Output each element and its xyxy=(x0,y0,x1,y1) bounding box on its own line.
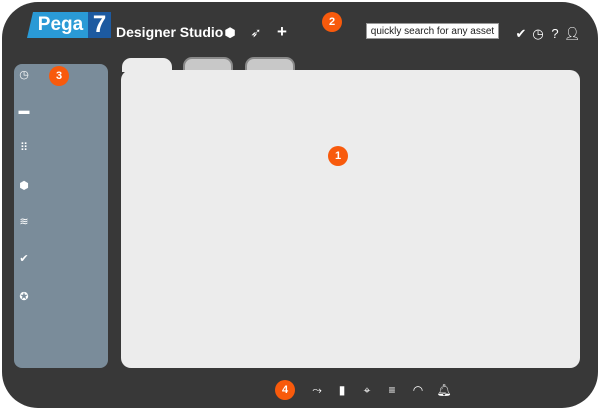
cube-icon[interactable]: ⬢ xyxy=(17,179,31,192)
app-title: Designer Studio xyxy=(116,24,224,40)
flow-icon[interactable]: ⤳ xyxy=(309,383,325,398)
list-icon[interactable]: ≡ xyxy=(384,383,400,397)
main-workarea xyxy=(121,70,580,368)
user-icon[interactable]: 👤︎ xyxy=(564,27,581,41)
crosshair-icon[interactable]: ⌖ xyxy=(359,383,375,398)
callout-badge-4: 4 xyxy=(275,380,295,400)
help-icon[interactable]: ? xyxy=(547,27,563,41)
star-icon[interactable]: ✪ xyxy=(17,290,31,303)
pega-logo: Pega 7 xyxy=(27,12,111,38)
check-icon[interactable]: ✔ xyxy=(513,27,529,41)
logo-version: 7 xyxy=(88,12,111,38)
tab-1-active[interactable] xyxy=(122,58,172,72)
logo-text: Pega xyxy=(27,12,90,38)
callout-badge-3: 3 xyxy=(49,66,69,86)
callout-badge-2: 2 xyxy=(322,12,342,32)
grid-icon[interactable]: ⠿ xyxy=(17,141,31,154)
search-input[interactable]: quickly search for any asset xyxy=(366,23,499,39)
briefcase-icon[interactable]: ▬ xyxy=(17,105,31,117)
rocket-icon[interactable]: ➶ xyxy=(248,26,264,40)
check-icon[interactable]: ✔ xyxy=(17,252,31,265)
clock-icon[interactable]: ◷ xyxy=(530,27,546,41)
alarm-icon[interactable]: 🔔︎ xyxy=(436,383,452,397)
layers-icon[interactable]: ≋ xyxy=(17,215,31,228)
clipboard-icon[interactable]: ▮ xyxy=(334,383,350,397)
clock-icon[interactable]: ◷ xyxy=(17,68,31,81)
plus-icon[interactable]: + xyxy=(274,23,290,40)
cube-icon[interactable]: ⬢ xyxy=(222,26,238,40)
gauge-icon[interactable]: ◠ xyxy=(410,383,426,397)
callout-badge-1: 1 xyxy=(328,146,348,166)
